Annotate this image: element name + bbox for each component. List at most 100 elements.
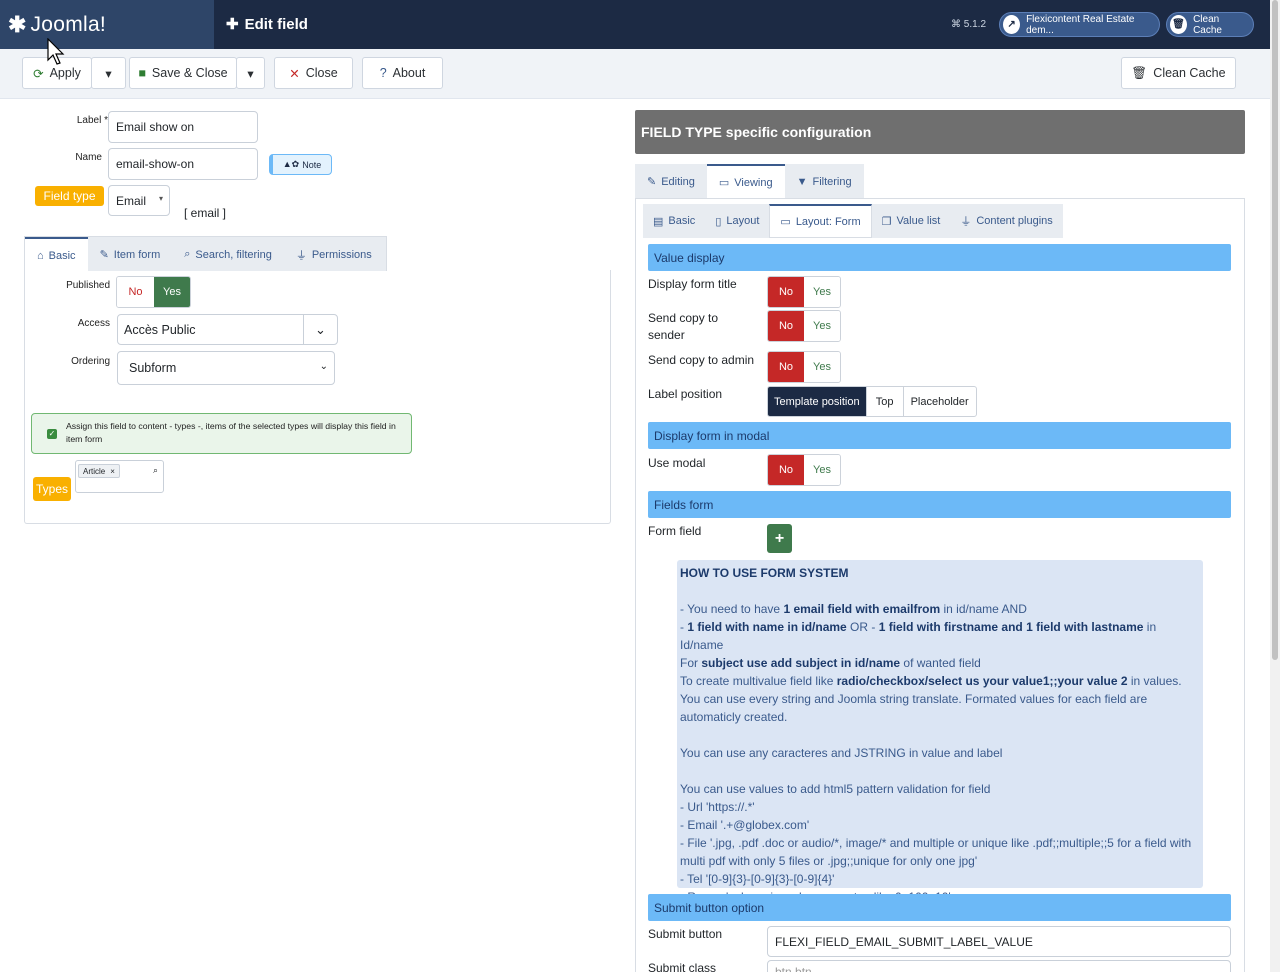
plug-icon: ⏚ xyxy=(295,249,307,262)
apply-dropdown-button[interactable]: ▾ xyxy=(91,57,126,89)
page-title-text: Edit field xyxy=(244,15,308,33)
use-modal-no[interactable]: No xyxy=(768,455,804,485)
alert-text: Assign this field to content - types -, … xyxy=(66,421,396,444)
joomla-logo[interactable]: ✱ Joomla! xyxy=(0,0,214,49)
type-tag-label: Article xyxy=(83,466,106,476)
help-line-1: - You need to have 1 email field with em… xyxy=(680,602,1027,616)
tab-item-form-label: Item form xyxy=(113,248,161,261)
home-icon: ⌂ xyxy=(37,249,44,262)
access-select[interactable]: Accès Public ⌄ xyxy=(117,314,338,345)
tab-item-form[interactable]: ✎ Item form xyxy=(88,237,173,272)
tab-basic[interactable]: ⌂ Basic xyxy=(25,237,88,272)
subtab-content-plugins[interactable]: ⏚ Content plugins xyxy=(950,204,1062,238)
joomla-icon: ✱ xyxy=(8,11,27,37)
subtab-value-list[interactable]: ❐ Value list xyxy=(872,204,951,238)
label-pos-top[interactable]: Top xyxy=(867,387,904,416)
label-pos-placeholder[interactable]: Placeholder xyxy=(904,387,976,416)
field-type-select[interactable]: Email ▾ xyxy=(108,185,170,216)
version-text: 5.1.2 xyxy=(963,19,987,30)
refresh-icon: ⟳ xyxy=(33,66,44,81)
close-button[interactable]: ✕ Close xyxy=(274,57,353,89)
field-type-config-header: FIELD TYPE specific configuration xyxy=(635,110,1245,154)
help-line-5: You can use any caracteres and JSTRING i… xyxy=(680,746,1003,760)
help-line-10: - Tel '[0-9]{3}-[0-9]{3}-[0-9]{4}' xyxy=(680,872,835,886)
published-yes[interactable]: Yes xyxy=(154,277,190,307)
types-select[interactable]: Article × ⌕ xyxy=(75,460,164,493)
use-modal-toggle[interactable]: No Yes xyxy=(767,454,841,486)
label-pos-template[interactable]: Template position xyxy=(768,387,867,416)
subtab-content-plugins-label: Content plugins xyxy=(976,215,1053,227)
search-icon: ⌕ xyxy=(152,465,158,475)
subtab-basic-label: Basic xyxy=(668,215,696,227)
tab-search-filtering[interactable]: ⌕ Search, filtering xyxy=(172,237,284,272)
label-input[interactable]: Email show on xyxy=(108,111,258,143)
published-toggle[interactable]: No Yes xyxy=(116,276,191,308)
logo-text: Joomla! xyxy=(30,12,107,36)
top-bar: ✱ Joomla! ✚ Edit field ⌘ 5.1.2 ↗ Flexico… xyxy=(0,0,1280,49)
tab-editing[interactable]: ✎ Editing xyxy=(635,164,707,199)
site-link-button[interactable]: ↗ Flexicontent Real Estate dem... xyxy=(999,12,1160,37)
submit-class-input[interactable]: btn btn xyxy=(767,960,1231,972)
send-copy-admin-label: Send copy to admin xyxy=(648,353,755,367)
help-line-2: - 1 field with name in id/name OR - 1 fi… xyxy=(680,620,1157,652)
note-button[interactable]: ▲✿ Note xyxy=(269,154,332,175)
send-copy-sender-yes[interactable]: Yes xyxy=(804,311,840,341)
help-line-9: - File '.jpg, .pdf .doc or audio/*, imag… xyxy=(680,836,1192,868)
subtab-layout[interactable]: ▯ Layout xyxy=(705,204,769,238)
subtab-layout-label: Layout xyxy=(726,215,760,227)
left-tabs: ⌂ Basic ✎ Item form ⌕ Search, filtering ⏚ Pe… xyxy=(24,236,387,272)
save-close-button[interactable]: ■ Save & Close xyxy=(129,57,237,89)
help-box: HOW TO USE FORM SYSTEM - You need to hav… xyxy=(677,560,1203,904)
help-line-3: For subject use add subject in id/name o… xyxy=(680,656,981,670)
name-input[interactable]: email-show-on xyxy=(108,148,258,180)
tab-permissions[interactable]: ⏚ Permissions xyxy=(284,237,384,272)
check-icon: ✓ xyxy=(47,428,57,439)
right-tabs: ✎ Editing ▭ Viewing ▼ Filtering xyxy=(635,164,864,199)
tab-editing-label: Editing xyxy=(661,175,695,188)
send-copy-admin-toggle[interactable]: No Yes xyxy=(767,351,841,383)
published-no[interactable]: No xyxy=(117,277,154,307)
send-copy-sender-no[interactable]: No xyxy=(768,311,804,341)
label-position-label: Label position xyxy=(648,387,723,401)
field-type-value: Email xyxy=(116,193,147,208)
tab-filtering[interactable]: ▼ Filtering xyxy=(785,164,864,199)
warning-icon: ▲✿ xyxy=(282,159,300,169)
send-copy-sender-label: Send copy to sender xyxy=(648,311,719,342)
clean-cache-label: Clean Cache xyxy=(1153,66,1226,80)
section-value-display: Value display xyxy=(648,244,1231,271)
submit-button-input[interactable]: FLEXI_FIELD_EMAIL_SUBMIT_LABEL_VALUE xyxy=(767,926,1231,957)
published-label: Published xyxy=(66,280,110,291)
send-copy-admin-yes[interactable]: Yes xyxy=(804,352,840,382)
display-form-title-label: Display form title xyxy=(648,277,737,291)
clean-cache-button[interactable]: 🗑 Clean Cache xyxy=(1121,57,1236,89)
viewing-subtabs: ▤ Basic ▯ Layout ▭ Layout: Form ❐ Value list… xyxy=(643,204,1063,238)
add-form-field-button[interactable]: + xyxy=(767,524,792,553)
remove-tag-icon[interactable]: × xyxy=(110,467,115,476)
tab-filtering-label: Filtering xyxy=(812,175,852,188)
tab-viewing-label: Viewing xyxy=(734,176,773,189)
save-dropdown-button[interactable]: ▾ xyxy=(236,57,265,89)
display-form-title-no[interactable]: No xyxy=(768,277,804,307)
display-form-title-toggle[interactable]: No Yes xyxy=(767,276,841,308)
section-submit: Submit button option xyxy=(648,894,1231,921)
send-copy-admin-no[interactable]: No xyxy=(768,352,804,382)
clean-cache-top-button[interactable]: 🗑 Clean Cache xyxy=(1166,12,1254,37)
chevron-down-icon: ⌄ xyxy=(303,315,337,344)
use-modal-yes[interactable]: Yes xyxy=(804,455,840,485)
submit-class-label: Submit class xyxy=(648,961,717,972)
display-form-title-yes[interactable]: Yes xyxy=(804,277,840,307)
save-close-label: Save & Close xyxy=(151,66,228,80)
tab-viewing[interactable]: ▭ Viewing xyxy=(706,164,785,199)
page-title: ✚ Edit field xyxy=(226,15,308,34)
send-copy-sender-toggle[interactable]: No Yes xyxy=(767,310,841,342)
subtab-layout-form[interactable]: ▭ Layout: Form xyxy=(769,204,872,238)
scrollbar-thumb[interactable] xyxy=(1272,0,1278,660)
apply-label: Apply xyxy=(49,66,81,80)
about-button[interactable]: ? About xyxy=(362,57,443,89)
trash-icon: 🗑 xyxy=(1131,65,1148,80)
tab-permissions-label: Permissions xyxy=(311,248,372,261)
label-position-selector[interactable]: Template position Top Placeholder xyxy=(767,386,977,417)
ordering-select[interactable]: Subform ⌄ xyxy=(117,351,335,385)
subtab-basic[interactable]: ▤ Basic xyxy=(643,204,705,238)
plus-icon: + xyxy=(774,529,785,547)
